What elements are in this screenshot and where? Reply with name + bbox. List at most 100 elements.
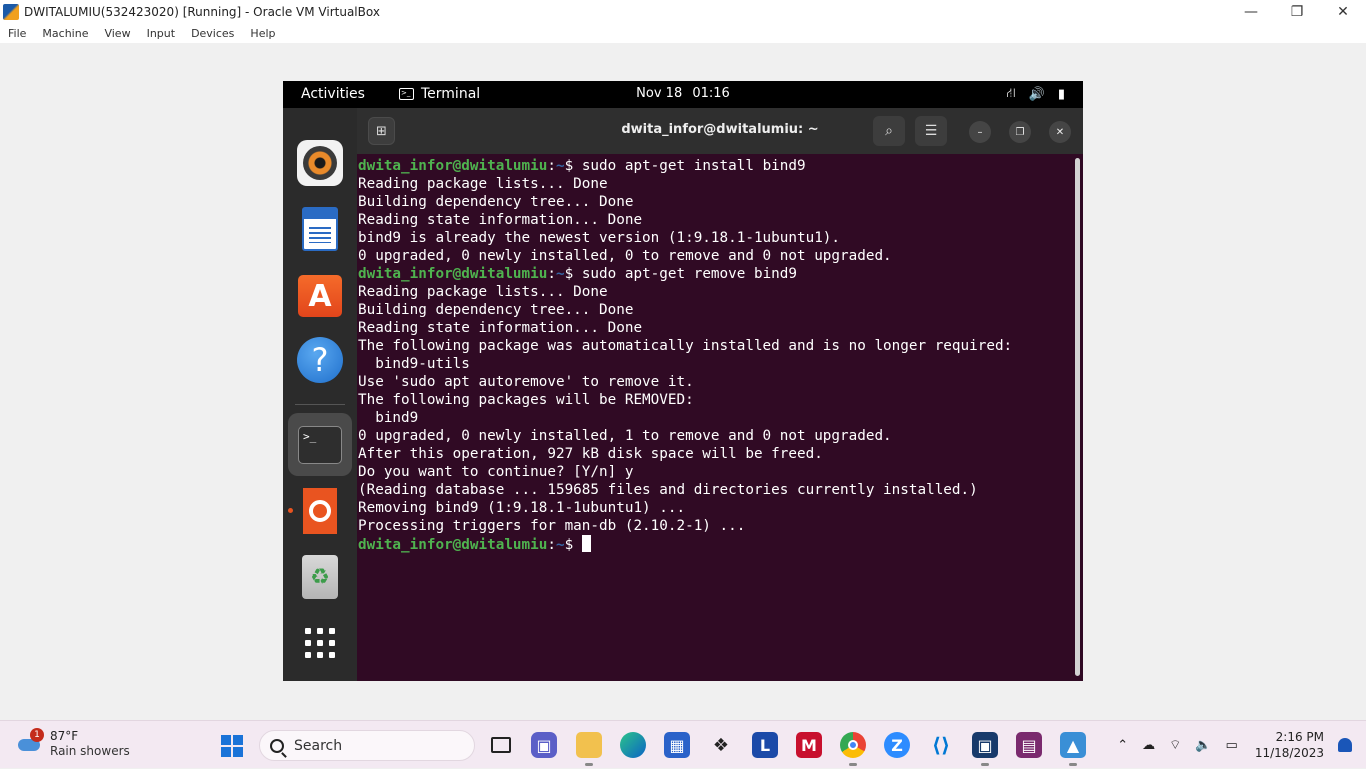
window-title: DWITALUMIU(532423020) [Running] - Oracle… xyxy=(24,4,380,19)
mcafee-icon[interactable]: M xyxy=(796,732,822,758)
command-text: sudo apt-get install bind9 xyxy=(581,158,806,174)
output-line: Do you want to continue? [Y/n] y xyxy=(358,464,634,480)
guest-screen[interactable]: Activities >_ Terminal Nov 18 01:16 ⛙ 🔊 … xyxy=(283,81,1083,681)
terminal-icon[interactable]: >_ xyxy=(288,413,352,476)
search-label: Search xyxy=(294,737,343,754)
volume-icon[interactable]: 🔊 xyxy=(1029,87,1045,102)
show-apps-icon[interactable] xyxy=(297,620,343,666)
virtualbox-menubar: File Machine View Input Devices Help xyxy=(0,23,1366,43)
weather-widget[interactable]: 1 87°F Rain showers xyxy=(16,728,130,759)
terminal-close-button[interactable]: ✕ xyxy=(1049,121,1071,143)
ubuntu-icon[interactable] xyxy=(297,488,343,534)
menu-machine[interactable]: Machine xyxy=(34,27,96,40)
l-app-icon[interactable]: L xyxy=(752,732,778,758)
ubuntu-dock: A ? >_ ♻ xyxy=(283,108,357,681)
menu-view[interactable]: View xyxy=(96,27,138,40)
taskbar-time: 2:16 PM xyxy=(1275,730,1324,744)
menu-input[interactable]: Input xyxy=(139,27,183,40)
prompt-colon: : xyxy=(547,158,556,174)
network-icon[interactable]: ⛙ xyxy=(1007,86,1016,103)
prompt-user: dwita_infor@dwitalumiu xyxy=(358,266,548,282)
windows-taskbar: 1 87°F Rain showers Search ▣ ▦ ❖ L M Z ⟨… xyxy=(0,720,1366,768)
trash-icon[interactable]: ♻ xyxy=(297,554,343,600)
app-center-icon[interactable]: A xyxy=(297,271,343,317)
menu-file[interactable]: File xyxy=(0,27,34,40)
output-line: Use 'sudo apt autoremove' to remove it. xyxy=(358,374,694,390)
terminal-output[interactable]: dwita_infor@dwitalumiu:~$ sudo apt-get i… xyxy=(358,157,1072,679)
prompt-path: ~ xyxy=(555,158,565,174)
vscode-icon[interactable]: ⟨⟩ xyxy=(928,732,954,758)
clock-date: Nov 18 xyxy=(636,86,683,101)
task-view-icon[interactable] xyxy=(488,732,514,758)
terminal-minimize-button[interactable]: – xyxy=(969,121,991,143)
clock-time: 01:16 xyxy=(692,86,730,101)
chrome-running xyxy=(849,763,857,766)
teams-icon[interactable]: ▣ xyxy=(531,732,557,758)
output-line: Reading package lists... Done xyxy=(358,176,608,192)
output-line: bind9-utils xyxy=(358,356,470,372)
prompt-dollar: $ xyxy=(564,537,582,553)
photos-icon[interactable]: ▲ xyxy=(1060,732,1086,758)
search-button[interactable]: ⌕ xyxy=(873,116,905,146)
dock-separator xyxy=(295,404,345,405)
edge-icon[interactable] xyxy=(620,732,646,758)
running-indicator-ubuntu xyxy=(288,508,293,513)
output-line: After this operation, 927 kB disk space … xyxy=(358,446,823,462)
close-button[interactable]: ✕ xyxy=(1320,0,1366,23)
search-icon xyxy=(270,738,284,753)
output-line: Building dependency tree... Done xyxy=(358,302,634,318)
output-line: 0 upgraded, 0 newly installed, 0 to remo… xyxy=(358,248,892,264)
output-line: bind9 is already the newest version (1:9… xyxy=(358,230,841,246)
terminal-cursor xyxy=(581,535,591,552)
onedrive-icon[interactable]: ☁ xyxy=(1142,738,1155,753)
dropbox-icon[interactable]: ❖ xyxy=(708,732,734,758)
gnome-clock[interactable]: Nov 18 01:16 xyxy=(283,86,1083,101)
prompt-line: dwita_infor@dwitalumiu:~$ xyxy=(358,535,1072,554)
terminal-scrollbar[interactable] xyxy=(1075,158,1080,676)
store-icon[interactable]: ▦ xyxy=(664,732,690,758)
menu-help[interactable]: Help xyxy=(242,27,283,40)
prompt-user: dwita_infor@dwitalumiu xyxy=(358,537,548,553)
terminal-headerbar: ⊞ dwita_infor@dwitalumiu: ~ ⌕ ☰ – ❐ ✕ xyxy=(357,108,1083,154)
menu-devices[interactable]: Devices xyxy=(183,27,242,40)
restore-button[interactable]: ❐ xyxy=(1274,0,1320,23)
notification-bell-icon[interactable] xyxy=(1338,738,1352,752)
output-line: Building dependency tree... Done xyxy=(358,194,634,210)
prompt-colon: : xyxy=(547,266,556,282)
terminal-window[interactable]: ⊞ dwita_infor@dwitalumiu: ~ ⌕ ☰ – ❐ ✕ dw… xyxy=(357,108,1083,681)
rain-cloud-icon: 1 xyxy=(16,728,44,754)
file-explorer-icon[interactable] xyxy=(576,732,602,758)
terminal-maximize-button[interactable]: ❐ xyxy=(1009,121,1031,143)
file-explorer-running xyxy=(585,763,593,766)
wifi-icon[interactable]: ⌔ xyxy=(1169,737,1181,753)
minimize-button[interactable]: — xyxy=(1228,0,1274,23)
search-box[interactable]: Search xyxy=(259,730,475,761)
prompt-dollar: $ xyxy=(564,158,582,174)
winrar-icon[interactable]: ▤ xyxy=(1016,732,1042,758)
zoom-icon[interactable]: Z xyxy=(884,732,910,758)
virtualbox-icon[interactable]: ▣ xyxy=(972,732,998,758)
weather-desc: Rain showers xyxy=(50,744,130,758)
taskbar-clock[interactable]: 2:16 PM 11/18/2023 xyxy=(1255,729,1324,761)
libreoffice-writer-icon[interactable] xyxy=(297,206,343,252)
battery-icon[interactable]: ▮ xyxy=(1058,87,1065,102)
start-button[interactable] xyxy=(221,735,243,757)
output-line: bind9 xyxy=(358,410,419,426)
battery-taskbar-icon[interactable]: ▭ xyxy=(1226,738,1238,753)
photos-running xyxy=(1069,763,1077,766)
system-tray[interactable]: ⛙ 🔊 ▮ xyxy=(1007,86,1065,103)
output-line: Reading state information... Done xyxy=(358,212,643,228)
speaker-icon[interactable]: 🔈 xyxy=(1195,738,1211,753)
output-line: (Reading database ... 159685 files and d… xyxy=(358,482,978,498)
gnome-top-bar: Activities >_ Terminal Nov 18 01:16 ⛙ 🔊 … xyxy=(283,81,1083,108)
prompt-line: dwita_infor@dwitalumiu:~$ sudo apt-get r… xyxy=(358,265,1072,283)
chrome-icon[interactable] xyxy=(840,732,866,758)
command-text: sudo apt-get remove bind9 xyxy=(581,266,797,282)
rhythmbox-icon[interactable] xyxy=(297,140,343,186)
weather-badge: 1 xyxy=(30,728,44,742)
weather-temp: 87°F xyxy=(50,729,79,743)
notification-area: ⌃ ☁ ⌔ 🔈 ▭ 2:16 PM 11/18/2023 xyxy=(1110,721,1366,769)
menu-button[interactable]: ☰ xyxy=(915,116,947,146)
help-icon[interactable]: ? xyxy=(297,337,343,383)
chevron-up-icon[interactable]: ⌃ xyxy=(1117,738,1128,753)
